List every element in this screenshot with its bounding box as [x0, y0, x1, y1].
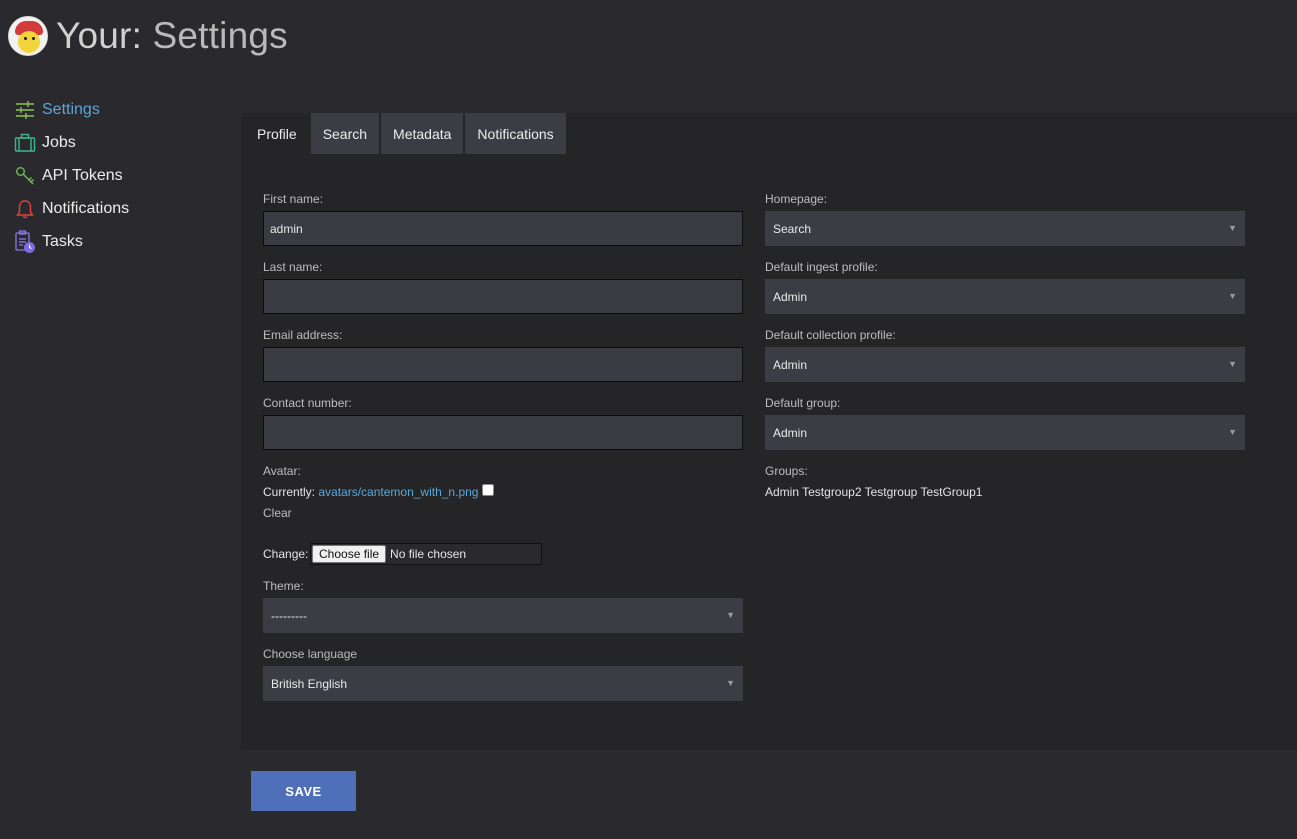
- save-button[interactable]: SAVE: [251, 771, 356, 811]
- sidebar-item-tasks[interactable]: Tasks: [14, 227, 83, 257]
- tab-bar: Profile Search Metadata Notifications: [245, 113, 568, 154]
- groups-value: Admin Testgroup2 Testgroup TestGroup1: [765, 485, 983, 499]
- language-label: Choose language: [263, 647, 358, 661]
- title-section: Settings: [142, 15, 288, 56]
- email-label: Email address:: [263, 328, 343, 342]
- chevron-down-icon: ▼: [1228, 427, 1237, 437]
- sidebar-item-label: Notifications: [42, 200, 130, 217]
- collection-profile-select[interactable]: Admin ▼: [765, 347, 1245, 382]
- sidebar-item-api-tokens[interactable]: API Tokens: [14, 161, 123, 191]
- default-group-label: Default group:: [765, 396, 841, 410]
- sidebar-item-notifications[interactable]: Notifications: [14, 194, 129, 224]
- theme-select-value: ---------: [271, 608, 307, 623]
- sidebar-item-label: Tasks: [42, 233, 83, 250]
- briefcase-icon: [14, 132, 36, 154]
- collection-profile-value: Admin: [773, 357, 808, 372]
- settings-panel: Profile Search Metadata Notifications Fi…: [241, 113, 1297, 750]
- bell-icon: [14, 198, 36, 220]
- page-title: Your: Settings: [56, 15, 288, 57]
- language-select-value: British English: [271, 676, 348, 691]
- sidebar-item-jobs[interactable]: Jobs: [14, 128, 76, 158]
- sidebar-item-settings[interactable]: Settings: [14, 95, 100, 125]
- default-group-value: Admin: [773, 425, 808, 440]
- avatar-label: Avatar:: [263, 464, 301, 478]
- sidebar-item-label: API Tokens: [42, 167, 123, 184]
- ingest-profile-select[interactable]: Admin ▼: [765, 279, 1245, 314]
- default-group-select[interactable]: Admin ▼: [765, 415, 1245, 450]
- ingest-profile-value: Admin: [773, 289, 808, 304]
- avatar-clear-checkbox[interactable]: [482, 484, 494, 496]
- groups-label: Groups:: [765, 464, 808, 478]
- last-name-field[interactable]: [263, 279, 743, 314]
- title-separator: :: [131, 15, 143, 56]
- tab-notifications[interactable]: Notifications: [465, 113, 566, 154]
- tab-profile[interactable]: Profile: [245, 113, 309, 154]
- avatar-current: Currently: avatars/cantemon_with_n.png: [263, 485, 478, 499]
- contact-number-field[interactable]: [263, 415, 743, 450]
- tab-metadata[interactable]: Metadata: [381, 113, 464, 154]
- last-name-label: Last name:: [263, 260, 323, 274]
- sliders-icon: [14, 99, 36, 121]
- settings-page: Your: Settings Settings Jobs API Tokens …: [0, 0, 1297, 839]
- collection-profile-label: Default collection profile:: [765, 328, 896, 342]
- theme-label: Theme:: [263, 579, 304, 593]
- clipboard-clock-icon: [14, 230, 36, 253]
- key-icon: [14, 165, 36, 187]
- chevron-down-icon: ▼: [1228, 223, 1237, 233]
- first-name-label: First name:: [263, 192, 324, 206]
- chevron-down-icon: ▼: [1228, 291, 1237, 301]
- ingest-profile-label: Default ingest profile:: [765, 260, 878, 274]
- first-name-field[interactable]: [263, 211, 743, 246]
- choose-file-button[interactable]: Choose file: [312, 545, 387, 563]
- app-header: Your: Settings: [8, 12, 288, 60]
- file-status-text: No file chosen: [390, 547, 467, 561]
- avatar-file-link[interactable]: avatars/cantemon_with_n.png: [318, 485, 478, 499]
- theme-select[interactable]: --------- ▼: [263, 598, 743, 633]
- title-brand: Your: [56, 15, 132, 56]
- tab-search[interactable]: Search: [310, 113, 380, 154]
- chevron-down-icon: ▼: [726, 610, 735, 620]
- sidebar: Settings Jobs API Tokens Notifications T…: [0, 80, 214, 266]
- app-logo[interactable]: [8, 16, 48, 56]
- sidebar-item-label: Settings: [42, 101, 100, 118]
- homepage-label: Homepage:: [765, 192, 828, 206]
- homepage-select-value: Search: [773, 221, 812, 236]
- language-select[interactable]: British English ▼: [263, 666, 743, 701]
- chevron-down-icon: ▼: [1228, 359, 1237, 369]
- avatar-file-input[interactable]: Choose file No file chosen: [310, 543, 542, 565]
- homepage-select[interactable]: Search ▼: [765, 211, 1245, 246]
- sidebar-item-label: Jobs: [42, 134, 76, 151]
- avatar-clear-label: Clear: [263, 506, 292, 520]
- change-label: Change:: [263, 547, 309, 561]
- currently-label: Currently:: [263, 485, 316, 499]
- contact-number-label: Contact number:: [263, 396, 352, 410]
- chevron-down-icon: ▼: [726, 678, 735, 688]
- email-field[interactable]: [263, 347, 743, 382]
